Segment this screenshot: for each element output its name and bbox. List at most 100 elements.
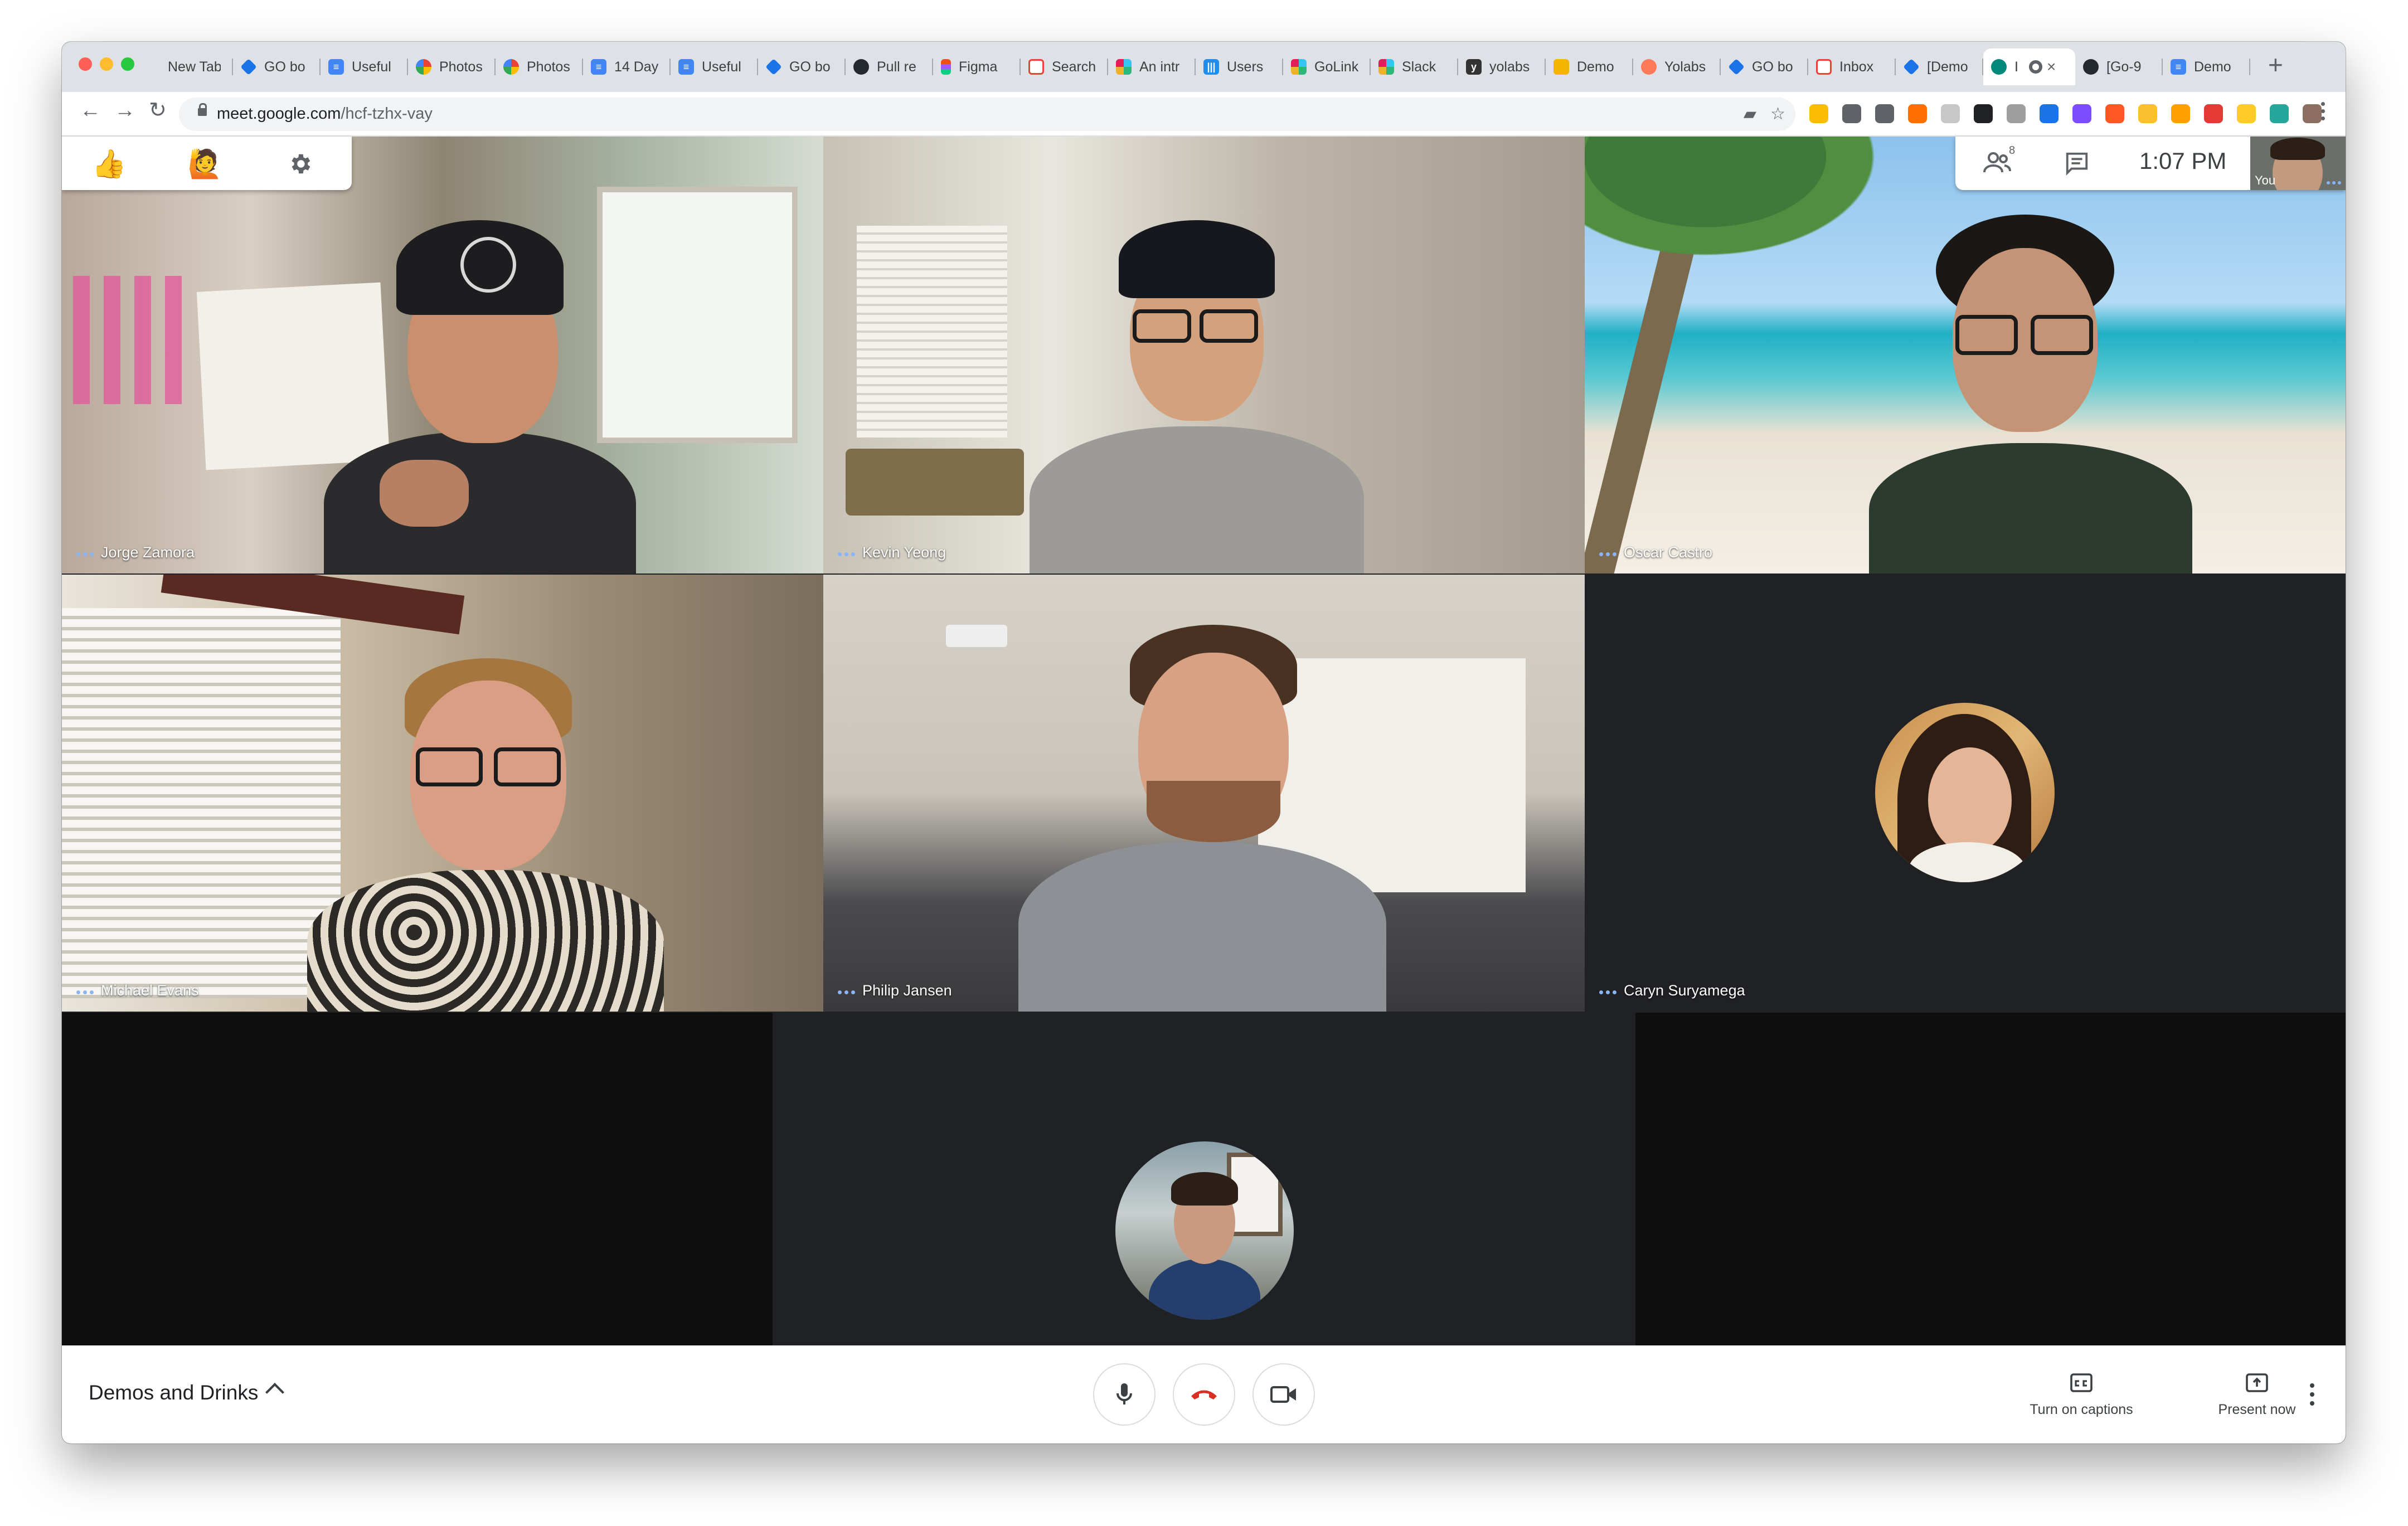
diamond-icon xyxy=(1903,59,1920,75)
reload-icon[interactable]: ↻ xyxy=(149,100,167,121)
browser-extension-icon[interactable] xyxy=(1809,104,1828,123)
browser-tab[interactable]: An intr xyxy=(1108,48,1196,85)
meeting-clock: 1:07 PM xyxy=(2139,148,2227,174)
captions-button[interactable]: Turn on captions xyxy=(1998,1373,2165,1418)
more-options-icon[interactable] xyxy=(1599,552,1616,556)
empty-area xyxy=(1635,1013,2346,1345)
participant-tile[interactable]: Jorge Zamora xyxy=(62,137,823,574)
meeting-grid: Jorge Zamora Kevin Yeong Oscar Castro Mi… xyxy=(62,137,2346,1345)
tab-label: 14 Day xyxy=(614,59,659,75)
meeting-title[interactable]: Demos and Drinks xyxy=(89,1381,258,1404)
browser-extension-icon[interactable] xyxy=(2204,104,2223,123)
present-now-button[interactable]: Present now xyxy=(2173,1373,2341,1418)
self-view-thumbnail[interactable]: You xyxy=(2250,137,2346,190)
browser-menu-icon[interactable] xyxy=(2321,102,2326,124)
browser-extension-icon[interactable] xyxy=(1908,104,1927,123)
chat-icon[interactable] xyxy=(2064,151,2090,178)
github-icon xyxy=(853,59,869,75)
browser-extension-icon[interactable] xyxy=(1842,104,1861,123)
browser-extension-icon[interactable] xyxy=(1941,104,1960,123)
more-options-icon[interactable] xyxy=(838,552,855,556)
address-bar[interactable]: meet.google.com/hcf-tzhx-vay ▰ ☆ xyxy=(179,98,1795,131)
window-maximize-button[interactable] xyxy=(121,57,134,71)
browser-tab[interactable]: Slack xyxy=(1371,48,1458,85)
more-options-icon[interactable] xyxy=(76,990,94,994)
browser-extension-icon[interactable] xyxy=(2072,104,2091,123)
new-tab-button[interactable]: + xyxy=(2268,52,2283,77)
settings-gear-icon[interactable] xyxy=(280,144,319,183)
more-options-icon[interactable] xyxy=(76,552,94,556)
participant-tile[interactable]: Oscar Castro xyxy=(1585,137,2346,574)
browser-extension-icon[interactable] xyxy=(1875,104,1894,123)
more-options-menu-icon[interactable] xyxy=(2310,1383,2314,1406)
tab-label: [Go-9 xyxy=(2106,59,2142,75)
browser-extension-icon[interactable] xyxy=(2171,104,2190,123)
browser-tab[interactable]: [Go-9 xyxy=(2075,48,2163,85)
browser-tab[interactable]: ≡ 14 Day xyxy=(583,48,671,85)
chevron-up-icon[interactable] xyxy=(265,1383,284,1402)
browser-tab[interactable]: ≡ Useful xyxy=(321,48,408,85)
people-icon[interactable]: 8 xyxy=(1983,144,2017,178)
thumbs-up-reaction-icon[interactable]: 👍 xyxy=(90,144,129,183)
forward-arrow-icon[interactable]: → xyxy=(114,100,135,121)
browser-tab[interactable]: Figma xyxy=(933,48,1021,85)
browser-tab[interactable]: GoLink xyxy=(1283,48,1371,85)
participant-tile[interactable]: Michael Evans xyxy=(62,575,823,1012)
browser-extension-icon[interactable] xyxy=(2270,104,2289,123)
browser-tab[interactable]: Photos xyxy=(408,48,496,85)
participant-tile[interactable]: Caryn Suryamega xyxy=(1585,575,2346,1012)
participant-tile[interactable]: Philip Jansen xyxy=(823,575,1585,1012)
docs-icon: ≡ xyxy=(2171,59,2186,75)
hubspot-icon xyxy=(1641,59,1657,75)
browser-tab[interactable]: y yolabs xyxy=(1458,48,1546,85)
browser-tab[interactable]: ≡ Useful xyxy=(671,48,758,85)
browser-extension-icon[interactable] xyxy=(2007,104,2026,123)
browser-tab[interactable]: GO bo xyxy=(1721,48,1808,85)
camera-button[interactable] xyxy=(1252,1363,1315,1426)
browser-tab[interactable]: Pull re xyxy=(846,48,933,85)
reactions-panel: 👍 🙋 xyxy=(62,137,352,190)
browser-tab[interactable]: [Demo xyxy=(1896,48,1983,85)
window-minimize-button[interactable] xyxy=(100,57,113,71)
browser-extension-icon[interactable] xyxy=(2040,104,2059,123)
bookmark-star-icon[interactable]: ☆ xyxy=(1770,104,1785,124)
leave-call-button[interactable] xyxy=(1173,1363,1235,1426)
browser-tab[interactable]: GO bo xyxy=(233,48,321,85)
browser-extension-icon[interactable] xyxy=(2105,104,2124,123)
browser-tab[interactable]: ≡ Demo xyxy=(2163,48,2250,85)
self-view-options-icon[interactable] xyxy=(2327,181,2341,184)
close-tab-icon[interactable]: × xyxy=(2047,58,2056,76)
self-presenting-tile[interactable] xyxy=(773,1013,1635,1345)
more-options-icon[interactable] xyxy=(838,990,855,994)
browser-extension-icon[interactable] xyxy=(1974,104,1993,123)
browser-tab-active[interactable]: I × xyxy=(1983,48,2075,85)
raise-hand-reaction-icon[interactable]: 🙋 xyxy=(186,144,225,183)
browser-tab[interactable]: New Tab xyxy=(145,48,233,85)
browser-extension-icon[interactable] xyxy=(2237,104,2256,123)
hang-up-icon xyxy=(1191,1390,1217,1399)
tab-label: Useful xyxy=(702,59,741,75)
browser-extension-icon[interactable] xyxy=(2138,104,2157,123)
microphone-button[interactable] xyxy=(1093,1363,1156,1426)
browser-tab[interactable]: GO bo xyxy=(758,48,846,85)
participant-count-badge: 8 xyxy=(2009,144,2016,157)
browser-tab[interactable]: ||| Users xyxy=(1196,48,1283,85)
browser-tab[interactable]: Photos xyxy=(496,48,583,85)
browser-tab[interactable]: M Inbox xyxy=(1808,48,1896,85)
camera-in-use-icon[interactable]: ▰ xyxy=(1744,104,1756,124)
back-arrow-icon[interactable]: ← xyxy=(80,100,101,121)
browser-tab[interactable]: Demo xyxy=(1546,48,1633,85)
browser-extension-icon[interactable] xyxy=(2303,104,2322,123)
more-options-icon[interactable] xyxy=(1599,990,1616,994)
participant-name: Oscar Castro xyxy=(1624,544,1713,561)
participant-name: Kevin Yeong xyxy=(862,544,946,561)
window-blinds xyxy=(857,226,1007,438)
docs-icon: ≡ xyxy=(328,59,344,75)
participant-tile[interactable]: Kevin Yeong xyxy=(823,137,1585,574)
window-close-button[interactable] xyxy=(79,57,92,71)
participant-video-figure xyxy=(1007,619,1397,1012)
video-camera-icon xyxy=(1270,1386,1296,1403)
browser-tab[interactable]: Yolabs xyxy=(1633,48,1721,85)
github-icon xyxy=(2083,59,2099,75)
browser-tab[interactable]: M Search xyxy=(1021,48,1108,85)
